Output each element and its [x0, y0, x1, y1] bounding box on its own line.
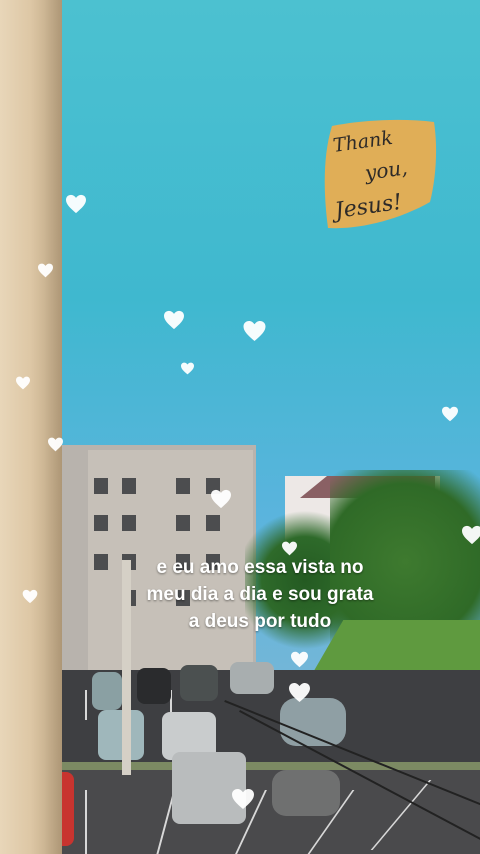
thank-you-jesus-sticker[interactable]: Thank you, Jesus!	[322, 118, 440, 230]
heart-icon	[163, 310, 185, 330]
heart-icon	[461, 525, 480, 545]
wall-shadow	[30, 0, 62, 854]
heart-icon	[65, 194, 87, 214]
car	[272, 770, 340, 816]
heart-icon	[47, 437, 64, 452]
car	[92, 672, 122, 710]
caption-line: e eu amo essa vista no	[156, 557, 364, 578]
heart-icon	[288, 682, 311, 703]
heart-icon	[180, 362, 195, 375]
car	[98, 710, 144, 760]
heart-icon	[210, 489, 232, 509]
car	[137, 668, 171, 704]
caption-line: meu dia a dia e sou grata	[146, 584, 374, 605]
heart-icon	[231, 788, 255, 810]
heart-icon	[242, 320, 267, 342]
car	[180, 665, 218, 701]
story-caption: e eu amo essa vista no meu dia a dia e s…	[40, 554, 480, 635]
heart-icon	[441, 406, 459, 422]
heart-icon	[22, 589, 38, 604]
caption-line: a deus por tudo	[188, 611, 332, 632]
car	[230, 662, 274, 694]
heart-icon	[290, 651, 309, 668]
sticker-graphic: Thank you, Jesus!	[324, 119, 437, 229]
heart-icon	[37, 263, 54, 278]
heart-icon	[15, 376, 31, 390]
